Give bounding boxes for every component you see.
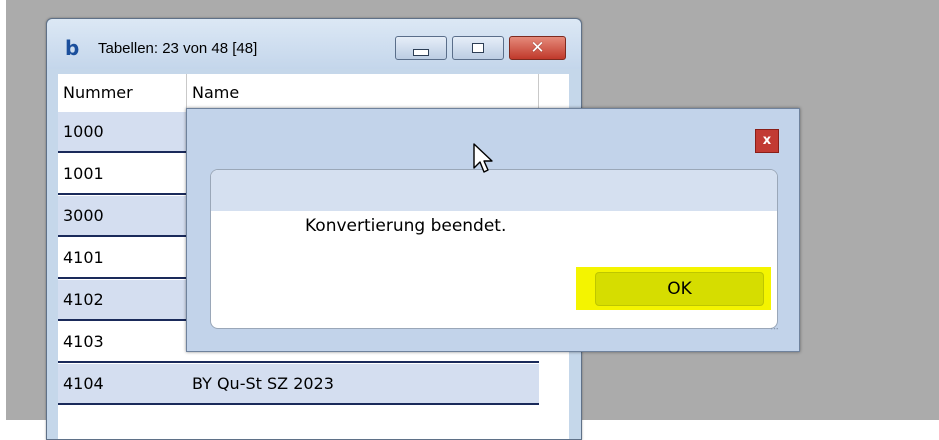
column-header-name[interactable]: Name [187,74,539,112]
resize-grip-icon[interactable]: ⠠⠤ [767,324,779,336]
dialog-close-button[interactable]: x [755,129,779,153]
window-titlebar[interactable]: b Tabellen: 23 von 48 [48] ✕ [47,19,581,69]
minimize-button[interactable] [395,36,447,60]
column-header-nummer[interactable]: Nummer [58,74,187,112]
cell-name: BY Qu-St SZ 2023 [192,374,334,393]
table-row[interactable] [58,406,539,439]
cell-nummer: 4103 [63,332,104,351]
cell-nummer: 1000 [63,122,104,141]
cell-nummer: 1001 [63,164,104,183]
close-window-button[interactable]: ✕ [509,36,566,60]
app-logo-icon: b [65,36,80,60]
dialog-header-band [211,170,777,211]
message-dialog: x Konvertierung beendet. OK ⠠⠤ [186,108,800,352]
ok-button[interactable]: OK [595,272,764,306]
window-title: Tabellen: 23 von 48 [48] [98,40,258,57]
cell-nummer: 3000 [63,206,104,225]
cell-nummer: 4102 [63,290,104,309]
maximize-button[interactable] [452,36,504,60]
cell-nummer: 4104 [63,374,104,393]
cell-nummer: 4101 [63,248,104,267]
minimize-icon [413,48,429,56]
dialog-message: Konvertierung beendet. [305,216,507,236]
mouse-pointer-icon [473,143,493,173]
maximize-icon [472,43,484,53]
table-row[interactable]: 4104 BY Qu-St SZ 2023 [58,364,539,405]
close-icon: ✕ [530,37,545,58]
dialog-content-panel: Konvertierung beendet. OK [210,169,778,329]
